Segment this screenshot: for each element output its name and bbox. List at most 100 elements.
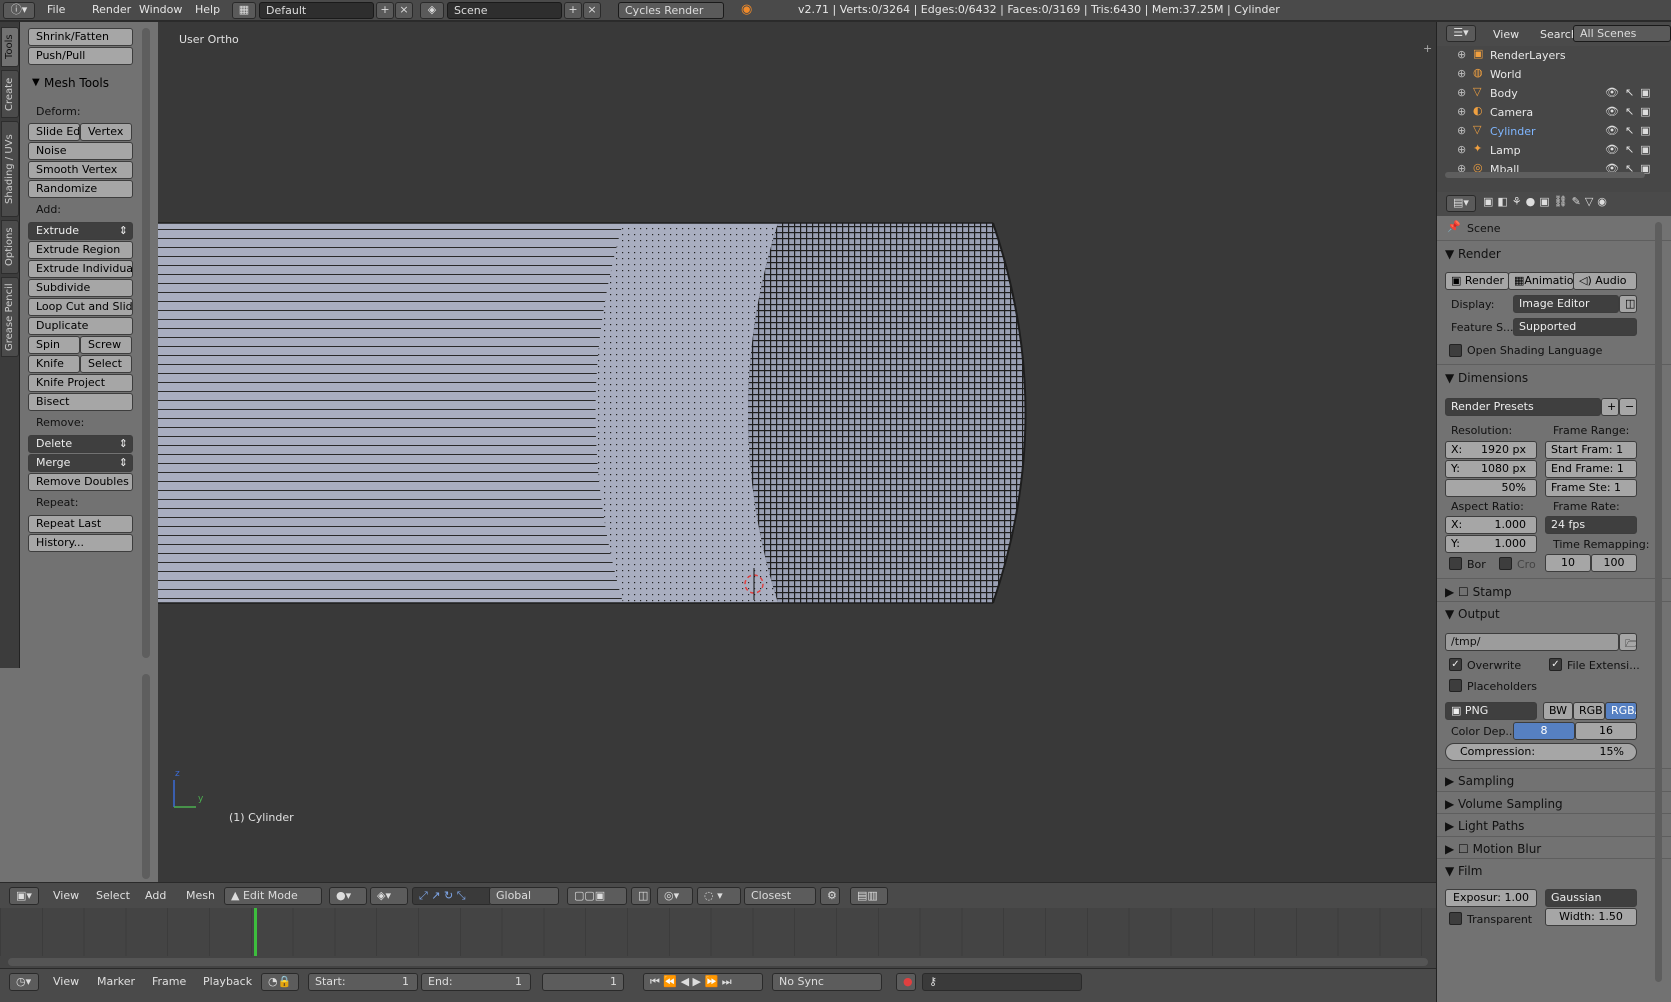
- file-extension-checkbox[interactable]: ✓: [1549, 658, 1562, 671]
- operator-panel-scrollbar[interactable]: [142, 674, 150, 879]
- occlude-icon[interactable]: ◫: [631, 887, 651, 905]
- timeline-scrollbar[interactable]: [8, 958, 1428, 966]
- cylinder-mesh[interactable]: [158, 22, 1436, 882]
- film-section-header[interactable]: ▼ Film: [1445, 864, 1482, 878]
- outliner-filter-select[interactable]: All Scenes: [1573, 25, 1671, 42]
- aspect-y-field[interactable]: Y: 1.000: [1445, 535, 1537, 553]
- expand-icon[interactable]: ⊕: [1457, 86, 1466, 99]
- visibility-restrict-icons[interactable]: 👁↖▣: [1605, 105, 1657, 118]
- outliner-view-menu[interactable]: View: [1493, 28, 1519, 41]
- sync-select[interactable]: No Sync: [772, 973, 882, 991]
- smooth-vertex-button[interactable]: Smooth Vertex: [28, 161, 133, 179]
- dimensions-section-header[interactable]: ▼ Dimensions: [1445, 371, 1528, 385]
- bw-button[interactable]: BW: [1543, 702, 1573, 720]
- placeholders-checkbox[interactable]: [1449, 679, 1462, 692]
- manipulator-icons[interactable]: ⤢ ↗ ↻ ⤡: [412, 887, 492, 905]
- visibility-restrict-icons[interactable]: 👁↖▣: [1605, 124, 1657, 137]
- subdivide-button[interactable]: Subdivide: [28, 279, 133, 297]
- menu-window[interactable]: Window: [139, 3, 182, 16]
- properties-toggle-icon[interactable]: +: [1423, 42, 1432, 55]
- remove-layout-icon[interactable]: ×: [395, 2, 413, 19]
- osl-checkbox[interactable]: [1449, 344, 1462, 357]
- exposure-field[interactable]: Exposur: 1.00: [1445, 889, 1537, 907]
- end-frame-field[interactable]: End: 1: [421, 973, 531, 991]
- depth-8-button[interactable]: 8: [1513, 722, 1575, 740]
- property-context-tabs[interactable]: ▣◧⚘●▣⛓✎▽◉: [1483, 195, 1669, 212]
- proportional-edit-icon[interactable]: ◎▾: [657, 887, 693, 905]
- add-layout-icon[interactable]: +: [376, 2, 394, 19]
- knife-project-button[interactable]: Knife Project: [28, 374, 133, 392]
- output-path-field[interactable]: /tmp/: [1445, 633, 1619, 651]
- shading-select[interactable]: ●▾: [329, 887, 367, 905]
- transparent-checkbox[interactable]: [1449, 912, 1462, 925]
- outliner-item[interactable]: ⊕ ◍ World: [1437, 65, 1671, 84]
- select-menu[interactable]: Select: [96, 889, 130, 902]
- tab-shading-uvs[interactable]: Shading / UVs: [1, 121, 19, 217]
- aspect-x-field[interactable]: X: 1.000: [1445, 516, 1537, 534]
- add-scene-icon[interactable]: +: [564, 2, 582, 19]
- current-frame-indicator[interactable]: [254, 908, 257, 956]
- delete-dropdown[interactable]: Delete ⇕: [28, 435, 133, 453]
- menu-file[interactable]: File: [47, 3, 65, 16]
- spin-button[interactable]: Spin: [28, 336, 80, 354]
- render-section-header[interactable]: ▼ Render: [1445, 247, 1501, 261]
- expand-icon[interactable]: ⊕: [1457, 143, 1466, 156]
- randomize-button[interactable]: Randomize: [28, 180, 133, 198]
- mesh-menu[interactable]: Mesh: [186, 889, 215, 902]
- duplicate-button[interactable]: Duplicate: [28, 317, 133, 335]
- visibility-restrict-icons[interactable]: 👁↖▣: [1605, 143, 1657, 156]
- snap-toggle-icon[interactable]: ◌ ▾: [697, 887, 741, 905]
- mesh-tools-header[interactable]: Mesh Tools: [44, 76, 109, 90]
- render-preview-icons[interactable]: ▤▥: [850, 887, 888, 905]
- tool-shelf-scrollbar[interactable]: [142, 28, 150, 658]
- extrude-region-button[interactable]: Extrude Region: [28, 241, 133, 259]
- knife-select-button[interactable]: Select: [80, 355, 132, 373]
- resolution-x-field[interactable]: X: 1920 px: [1445, 441, 1537, 459]
- properties-editor-icon[interactable]: ▤▾: [1446, 195, 1476, 212]
- filter-type-select[interactable]: Gaussian: [1545, 889, 1637, 907]
- depth-16-button[interactable]: 16: [1575, 722, 1637, 740]
- 3d-viewport[interactable]: User Ortho z y (1) Cylinder +: [158, 22, 1436, 882]
- expand-icon[interactable]: ⊕: [1457, 124, 1466, 137]
- frame-rate-select[interactable]: 24 fps: [1545, 516, 1637, 534]
- end-frame-field[interactable]: End Frame: 1: [1545, 460, 1637, 478]
- shrink-fatten-button[interactable]: Shrink/Fatten: [28, 28, 133, 46]
- remap-old-field[interactable]: 10: [1545, 554, 1591, 572]
- tl-view-menu[interactable]: View: [53, 975, 79, 988]
- sampling-section-header[interactable]: ▶ Sampling: [1445, 774, 1514, 788]
- collapse-triangle-icon[interactable]: ▼: [32, 77, 40, 88]
- knife-button[interactable]: Knife: [28, 355, 80, 373]
- start-frame-field[interactable]: Start: 1: [308, 973, 418, 991]
- filter-width-field[interactable]: Width: 1.50: [1545, 908, 1637, 926]
- add-menu[interactable]: Add: [145, 889, 166, 902]
- overwrite-checkbox[interactable]: ✓: [1449, 658, 1462, 671]
- pin-icon[interactable]: 📌: [1447, 220, 1461, 233]
- expand-icon[interactable]: ⊕: [1457, 105, 1466, 118]
- remove-preset-icon[interactable]: −: [1619, 398, 1637, 416]
- tl-frame-menu[interactable]: Frame: [152, 975, 186, 988]
- timeline[interactable]: -50-40-30-20-100102030405060708090100110…: [0, 908, 1436, 968]
- tl-marker-menu[interactable]: Marker: [97, 975, 135, 988]
- start-frame-field[interactable]: Start Fram: 1: [1545, 441, 1637, 459]
- audio-button[interactable]: ◁) Audio: [1573, 272, 1637, 290]
- keying-set-field[interactable]: ⚷: [922, 973, 1082, 991]
- push-pull-button[interactable]: Push/Pull: [28, 47, 133, 65]
- remove-doubles-button[interactable]: Remove Doubles: [28, 473, 133, 491]
- display-select[interactable]: Image Editor: [1513, 295, 1619, 313]
- rgb-button[interactable]: RGB: [1573, 702, 1605, 720]
- stamp-section-header[interactable]: ▶ ☐ Stamp: [1445, 585, 1512, 599]
- noise-button[interactable]: Noise: [28, 142, 133, 160]
- mode-select[interactable]: ▲ Edit Mode: [224, 887, 322, 905]
- editor-type-icon[interactable]: ▣▾: [9, 887, 39, 905]
- light-paths-section-header[interactable]: ▶ Light Paths: [1445, 819, 1524, 833]
- visibility-restrict-icons[interactable]: 👁↖▣: [1605, 86, 1657, 99]
- menu-help[interactable]: Help: [195, 3, 220, 16]
- screw-button[interactable]: Screw: [80, 336, 132, 354]
- tab-create[interactable]: Create: [1, 70, 19, 118]
- folder-icon[interactable]: 🗁: [1619, 633, 1637, 651]
- border-checkbox[interactable]: [1449, 557, 1462, 570]
- render-button[interactable]: ▣ Render: [1445, 272, 1509, 290]
- animation-button[interactable]: ▦Animatio: [1508, 272, 1574, 290]
- frame-step-field[interactable]: Frame Ste: 1: [1545, 479, 1637, 497]
- outliner-editor-icon[interactable]: ☰▾: [1446, 25, 1476, 42]
